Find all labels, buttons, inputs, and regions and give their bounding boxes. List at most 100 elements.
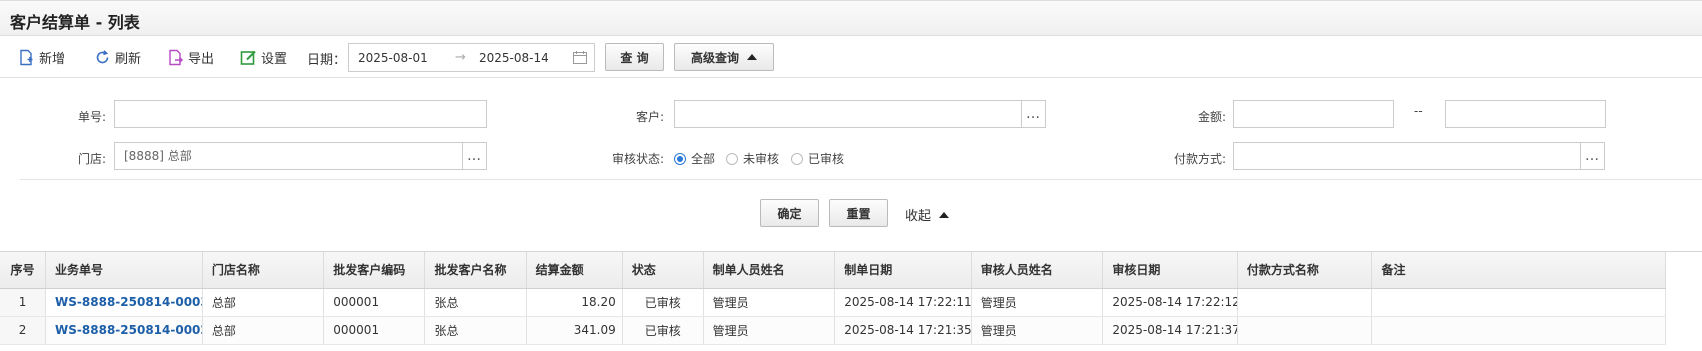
advanced-query-button[interactable]: 高级查询 xyxy=(674,43,774,71)
amount-separator: -- xyxy=(1414,104,1423,118)
audit-option-all: 全部 xyxy=(691,152,716,166)
table-row[interactable]: 2 WS-8888-250814-0002 总部 000001 张总 341.0… xyxy=(0,316,1666,345)
export-label: 导出 xyxy=(188,51,215,67)
grid-empty-area xyxy=(1666,288,1702,351)
confirm-label: 确定 xyxy=(777,206,802,221)
payment-method-input[interactable] xyxy=(1233,142,1581,170)
export-doc-icon xyxy=(169,49,184,65)
payment-picker-button[interactable]: … xyxy=(1580,142,1605,170)
audit-radio-all[interactable]: 全部 xyxy=(674,150,715,167)
customer-input[interactable] xyxy=(674,100,1022,128)
order-no-link[interactable]: WS-8888-250814-0003 xyxy=(45,288,203,317)
query-button[interactable]: 查 询 xyxy=(605,43,664,71)
customer-code-cell: 000001 xyxy=(323,316,426,345)
radio-checked-icon xyxy=(674,152,686,165)
column-header[interactable]: 付款方式名称 xyxy=(1237,252,1373,289)
advanced-query-label: 高级查询 xyxy=(690,50,739,65)
store-label: 门店: xyxy=(77,152,106,166)
reset-label: 重置 xyxy=(846,206,871,221)
refresh-icon xyxy=(96,49,109,63)
collapse-label: 收起 xyxy=(905,209,932,224)
column-header[interactable]: 状态 xyxy=(622,252,704,289)
column-header[interactable]: 批发客户名称 xyxy=(424,252,527,289)
radio-unchecked-icon xyxy=(726,152,738,165)
arrow-right-icon: → xyxy=(455,50,466,65)
collapse-toggle[interactable]: 收起 xyxy=(905,205,950,224)
store-name-cell: 总部 xyxy=(202,316,325,345)
column-header[interactable]: 结算金额 xyxy=(526,252,623,289)
data-grid: 序号 业务单号 门店名称 批发客户编码 批发客户名称 结算金额 状态 制单人员姓… xyxy=(0,251,1702,351)
create-date-cell: 2025-08-14 17:22:11 xyxy=(834,288,972,317)
edit-settings-icon xyxy=(240,50,256,65)
column-header[interactable]: 审核日期 xyxy=(1102,252,1238,289)
payment-method-cell xyxy=(1237,316,1373,345)
order-no-input[interactable] xyxy=(114,100,487,128)
row-index: 1 xyxy=(0,288,47,317)
creator-cell: 管理员 xyxy=(703,288,836,317)
table-row[interactable]: 1 WS-8888-250814-0003 总部 000001 张总 18.20… xyxy=(0,288,1666,317)
audit-option-audited: 已审核 xyxy=(808,152,845,166)
column-header[interactable]: 业务单号 xyxy=(45,252,203,289)
date-range-picker[interactable]: 2025-08-01 → 2025-08-14 xyxy=(348,43,595,72)
audit-radio-audited[interactable]: 已审核 xyxy=(791,150,844,167)
payment-method-cell xyxy=(1237,288,1373,317)
title-bar: 客户结算单 - 列表 xyxy=(0,0,1702,36)
calendar-icon[interactable] xyxy=(573,51,587,64)
auditor-cell: 管理员 xyxy=(971,316,1104,345)
customer-name-cell: 张总 xyxy=(424,316,527,345)
order-no-label: 单号: xyxy=(77,110,106,124)
creator-cell: 管理员 xyxy=(703,316,836,345)
status-cell: 已审核 xyxy=(622,316,704,345)
toolbar: 新增 刷新 导出 设置 日期： 2025-08-01 → 2025-08-14 … xyxy=(0,37,1702,78)
amount-label: 金额: xyxy=(1197,110,1226,124)
confirm-button[interactable]: 确定 xyxy=(760,199,819,227)
store-name-cell: 总部 xyxy=(202,288,325,317)
audit-date-cell: 2025-08-14 17:22:12 xyxy=(1102,288,1238,317)
store-input[interactable]: [8888] 总部 xyxy=(114,142,463,170)
column-header[interactable]: 批发客户编码 xyxy=(323,252,426,289)
customer-name-cell: 张总 xyxy=(424,288,527,317)
amount-cell: 341.09 xyxy=(526,316,623,345)
add-button[interactable]: 新增 xyxy=(18,46,65,68)
remark-cell xyxy=(1371,288,1666,317)
payment-method-label: 付款方式: xyxy=(1173,152,1226,166)
radio-unchecked-icon xyxy=(791,152,803,165)
store-picker-button[interactable]: … xyxy=(462,142,487,170)
column-header[interactable]: 序号 xyxy=(0,252,47,289)
customer-picker-button[interactable]: … xyxy=(1021,100,1046,128)
export-button[interactable]: 导出 xyxy=(167,46,214,68)
column-header[interactable]: 制单人员姓名 xyxy=(703,252,836,289)
amount-to-input[interactable] xyxy=(1445,100,1606,128)
caret-up-icon xyxy=(939,211,950,218)
audit-status-label: 审核状态: xyxy=(611,152,664,166)
date-label: 日期： xyxy=(307,53,347,68)
column-header[interactable]: 制单日期 xyxy=(834,252,972,289)
amount-from-input[interactable] xyxy=(1233,100,1394,128)
settlement-table: 序号 业务单号 门店名称 批发客户编码 批发客户名称 结算金额 状态 制单人员姓… xyxy=(0,252,1666,345)
reset-button[interactable]: 重置 xyxy=(829,199,888,227)
refresh-button[interactable]: 刷新 xyxy=(94,46,141,68)
create-date-cell: 2025-08-14 17:21:35 xyxy=(834,316,972,345)
column-header[interactable]: 备注 xyxy=(1371,252,1666,289)
audit-radio-unaudited[interactable]: 未审核 xyxy=(726,150,779,167)
settings-label: 设置 xyxy=(261,51,288,67)
advanced-filter-panel: 单号: 客户: … 金额: -- 门店: [8888] 总部 … 审核状态: 全… xyxy=(0,79,1702,249)
status-cell: 已审核 xyxy=(622,288,704,317)
order-no-link[interactable]: WS-8888-250814-0002 xyxy=(45,316,203,345)
customer-code-cell: 000001 xyxy=(323,288,426,317)
amount-cell: 18.20 xyxy=(526,288,623,317)
settings-button[interactable]: 设置 xyxy=(240,46,287,68)
date-to[interactable]: 2025-08-14 xyxy=(479,51,549,65)
auditor-cell: 管理员 xyxy=(971,288,1104,317)
column-header[interactable]: 审核人员姓名 xyxy=(971,252,1104,289)
audit-option-unaudited: 未审核 xyxy=(743,152,780,166)
page-title: 客户结算单 - 列表 xyxy=(10,13,140,32)
query-label: 查 询 xyxy=(620,50,649,65)
divider xyxy=(20,179,1702,180)
add-label: 新增 xyxy=(39,51,66,67)
table-header-row: 序号 业务单号 门店名称 批发客户编码 批发客户名称 结算金额 状态 制单人员姓… xyxy=(0,252,1666,289)
column-header[interactable]: 门店名称 xyxy=(202,252,325,289)
date-from[interactable]: 2025-08-01 xyxy=(358,51,428,65)
caret-up-icon xyxy=(747,54,757,60)
audit-date-cell: 2025-08-14 17:21:37 xyxy=(1102,316,1238,345)
